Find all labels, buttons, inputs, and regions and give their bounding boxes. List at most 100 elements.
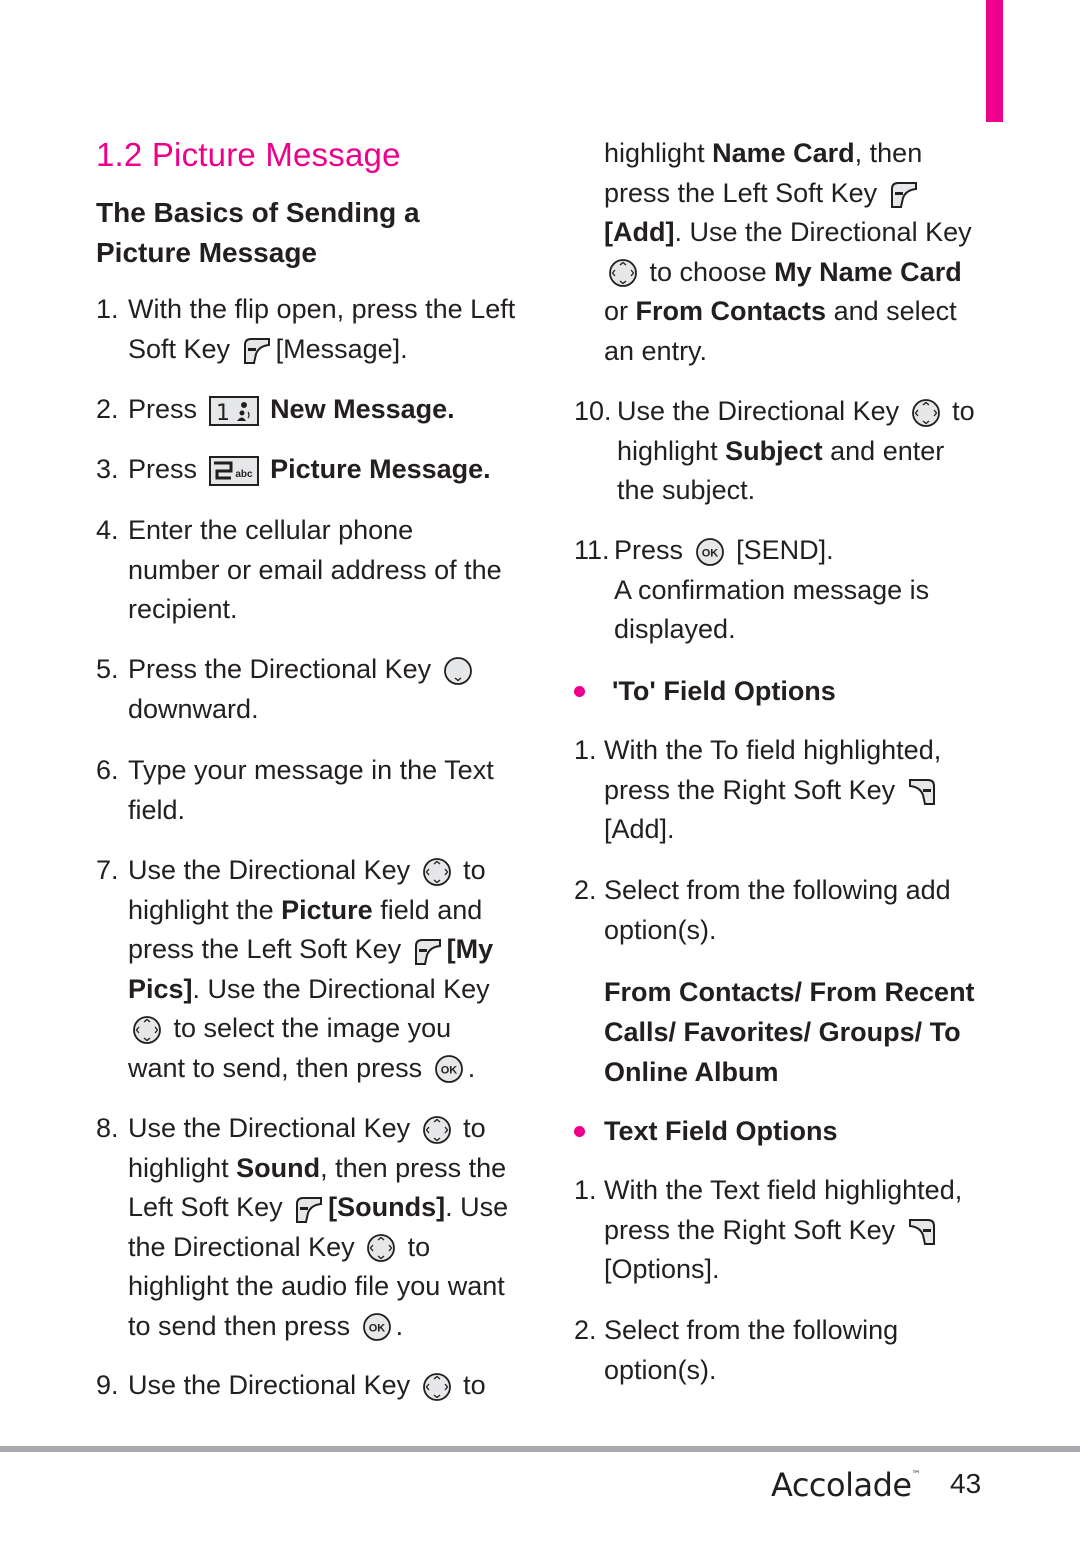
step-text-bold: From Contacts xyxy=(635,296,827,326)
step-text: . xyxy=(395,1310,404,1341)
step-2: 2. Press New Message. xyxy=(96,390,516,430)
step-9: 9. Use the Directional Key to xyxy=(96,1366,516,1406)
step-9-continued: highlight Name Card, then press the Left… xyxy=(604,134,989,371)
step-text: Press xyxy=(128,394,198,424)
step-text: [Add]. xyxy=(604,814,675,844)
step-text: Enter the cellular phone number or email… xyxy=(128,515,502,624)
step-text-bold: Picture xyxy=(281,894,373,925)
step-number: 7. xyxy=(96,855,119,885)
step-3: 3. Press Picture Message. xyxy=(96,450,516,490)
step-text-bold: Subject xyxy=(725,435,823,466)
step-text: downward. xyxy=(128,693,259,724)
heading-text: 'To' Field Options xyxy=(612,676,836,706)
footer-divider xyxy=(0,1446,1080,1452)
section-title: 1.2 Picture Message xyxy=(96,136,401,173)
step-6: 6. Type your message in the Text field. xyxy=(96,751,516,830)
right-soft-key-icon xyxy=(907,777,937,805)
step-number: 10. xyxy=(574,396,612,426)
step-text: Select from the following add option(s). xyxy=(604,875,951,945)
step-number: 9. xyxy=(96,1370,119,1400)
step-number: 1. xyxy=(574,735,597,765)
ok-key-icon xyxy=(362,1312,392,1342)
step-text: [SEND]. xyxy=(736,535,834,565)
bullet-icon xyxy=(574,1126,585,1137)
step-text: . Use the Directional Key xyxy=(674,217,972,247)
right-soft-key-icon xyxy=(907,1217,937,1245)
step-text-bold: My Name Card xyxy=(774,256,962,287)
subtitle: The Basics of Sending a Picture Message xyxy=(96,197,420,268)
step-number: 1. xyxy=(96,294,119,324)
step-number: 2. xyxy=(574,875,597,905)
ok-key-icon xyxy=(695,537,725,567)
step-text: Use the Directional Key xyxy=(128,855,411,885)
left-soft-key-icon xyxy=(889,180,919,208)
step-text: or xyxy=(604,296,629,326)
step-7: 7. Use the Directional Key to highlight … xyxy=(96,851,516,1088)
step-4: 4. Enter the cellular phone number or em… xyxy=(96,511,516,630)
directional-key-down-icon xyxy=(443,656,473,686)
key-2-abc-icon xyxy=(209,456,259,486)
brand-name: Accolade xyxy=(771,1466,912,1504)
step-text-bold: [Sounds] xyxy=(328,1192,446,1222)
left-soft-key-icon xyxy=(294,1195,324,1223)
step-text-bold: Picture Message. xyxy=(270,454,491,484)
text-field-options-heading: Text Field Options xyxy=(574,1111,974,1151)
to-field-options-heading: 'To' Field Options xyxy=(574,671,974,711)
step-text-bold: New Message. xyxy=(270,394,455,424)
step-text: [Options]. xyxy=(604,1254,720,1284)
step-11: 11. Press [SEND]. A confirmation message… xyxy=(574,531,989,650)
bullet-icon xyxy=(574,686,585,697)
step-text-bold: Name Card xyxy=(712,138,855,168)
step-text: Press xyxy=(614,535,684,565)
step-text: . xyxy=(467,1052,476,1083)
ok-key-icon xyxy=(434,1054,464,1084)
directional-key-icon xyxy=(422,1115,452,1145)
step-text-bold: [Add] xyxy=(604,217,675,247)
step-text: Press the Directional Key xyxy=(128,654,432,684)
directional-key-icon xyxy=(132,1015,162,1045)
step-number: 6. xyxy=(96,755,119,785)
directional-key-icon xyxy=(422,857,452,887)
step-10: 10. Use the Directional Key to highlight… xyxy=(574,392,989,511)
step-number: 8. xyxy=(96,1113,119,1143)
trademark-symbol: ™ xyxy=(911,1470,921,1480)
step-number: 2. xyxy=(96,394,119,424)
left-soft-key-icon xyxy=(242,336,272,364)
to-field-step-1: 1. With the To field highlighted, press … xyxy=(574,731,989,850)
step-number: 11. xyxy=(574,535,610,565)
step-number: 3. xyxy=(96,454,119,484)
step-number: 5. xyxy=(96,654,119,684)
step-text: Type your message in the Text field. xyxy=(128,755,494,825)
step-text: With the To field highlighted, press the… xyxy=(604,735,942,805)
text-field-step-1: 1. With the Text field highlighted, pres… xyxy=(574,1171,989,1290)
directional-key-icon xyxy=(911,398,941,428)
step-1: 1. With the flip open, press the Left So… xyxy=(96,290,516,369)
step-text: . Use the Directional Key xyxy=(192,973,490,1004)
text-field-step-2: 2. Select from the following option(s). xyxy=(574,1311,989,1390)
step-text: Select from the following option(s). xyxy=(604,1315,899,1385)
section-tab-marker xyxy=(986,0,1003,122)
step-text: to choose xyxy=(649,256,767,287)
directional-key-icon xyxy=(366,1233,396,1263)
step-text: Use the Directional Key xyxy=(128,1113,411,1143)
step-5: 5. Press the Directional Key downward. xyxy=(96,650,516,729)
step-text: [Message]. xyxy=(275,333,408,364)
key-1-icon xyxy=(209,396,259,426)
directional-key-icon xyxy=(422,1372,452,1402)
step-text: Press xyxy=(128,454,198,484)
step-text: A confirmation message is displayed. xyxy=(614,574,930,645)
left-soft-key-icon xyxy=(413,937,443,965)
heading-text: Text Field Options xyxy=(604,1116,838,1146)
step-text: to xyxy=(463,1370,486,1400)
brand-logo: Accolade™ xyxy=(771,1466,921,1504)
step-text-bold: Sound xyxy=(236,1152,321,1183)
page-number: 43 xyxy=(950,1468,982,1499)
step-text: Use the Directional Key xyxy=(128,1370,411,1400)
step-text: to select the image you want to send, th… xyxy=(128,1013,452,1083)
step-8: 8. Use the Directional Key to highlight … xyxy=(96,1109,516,1346)
step-number: 4. xyxy=(96,515,119,545)
directional-key-icon xyxy=(608,258,638,288)
step-text: Use the Directional Key xyxy=(617,396,900,426)
step-number: 2. xyxy=(574,1315,597,1345)
step-text: highlight xyxy=(604,138,705,168)
